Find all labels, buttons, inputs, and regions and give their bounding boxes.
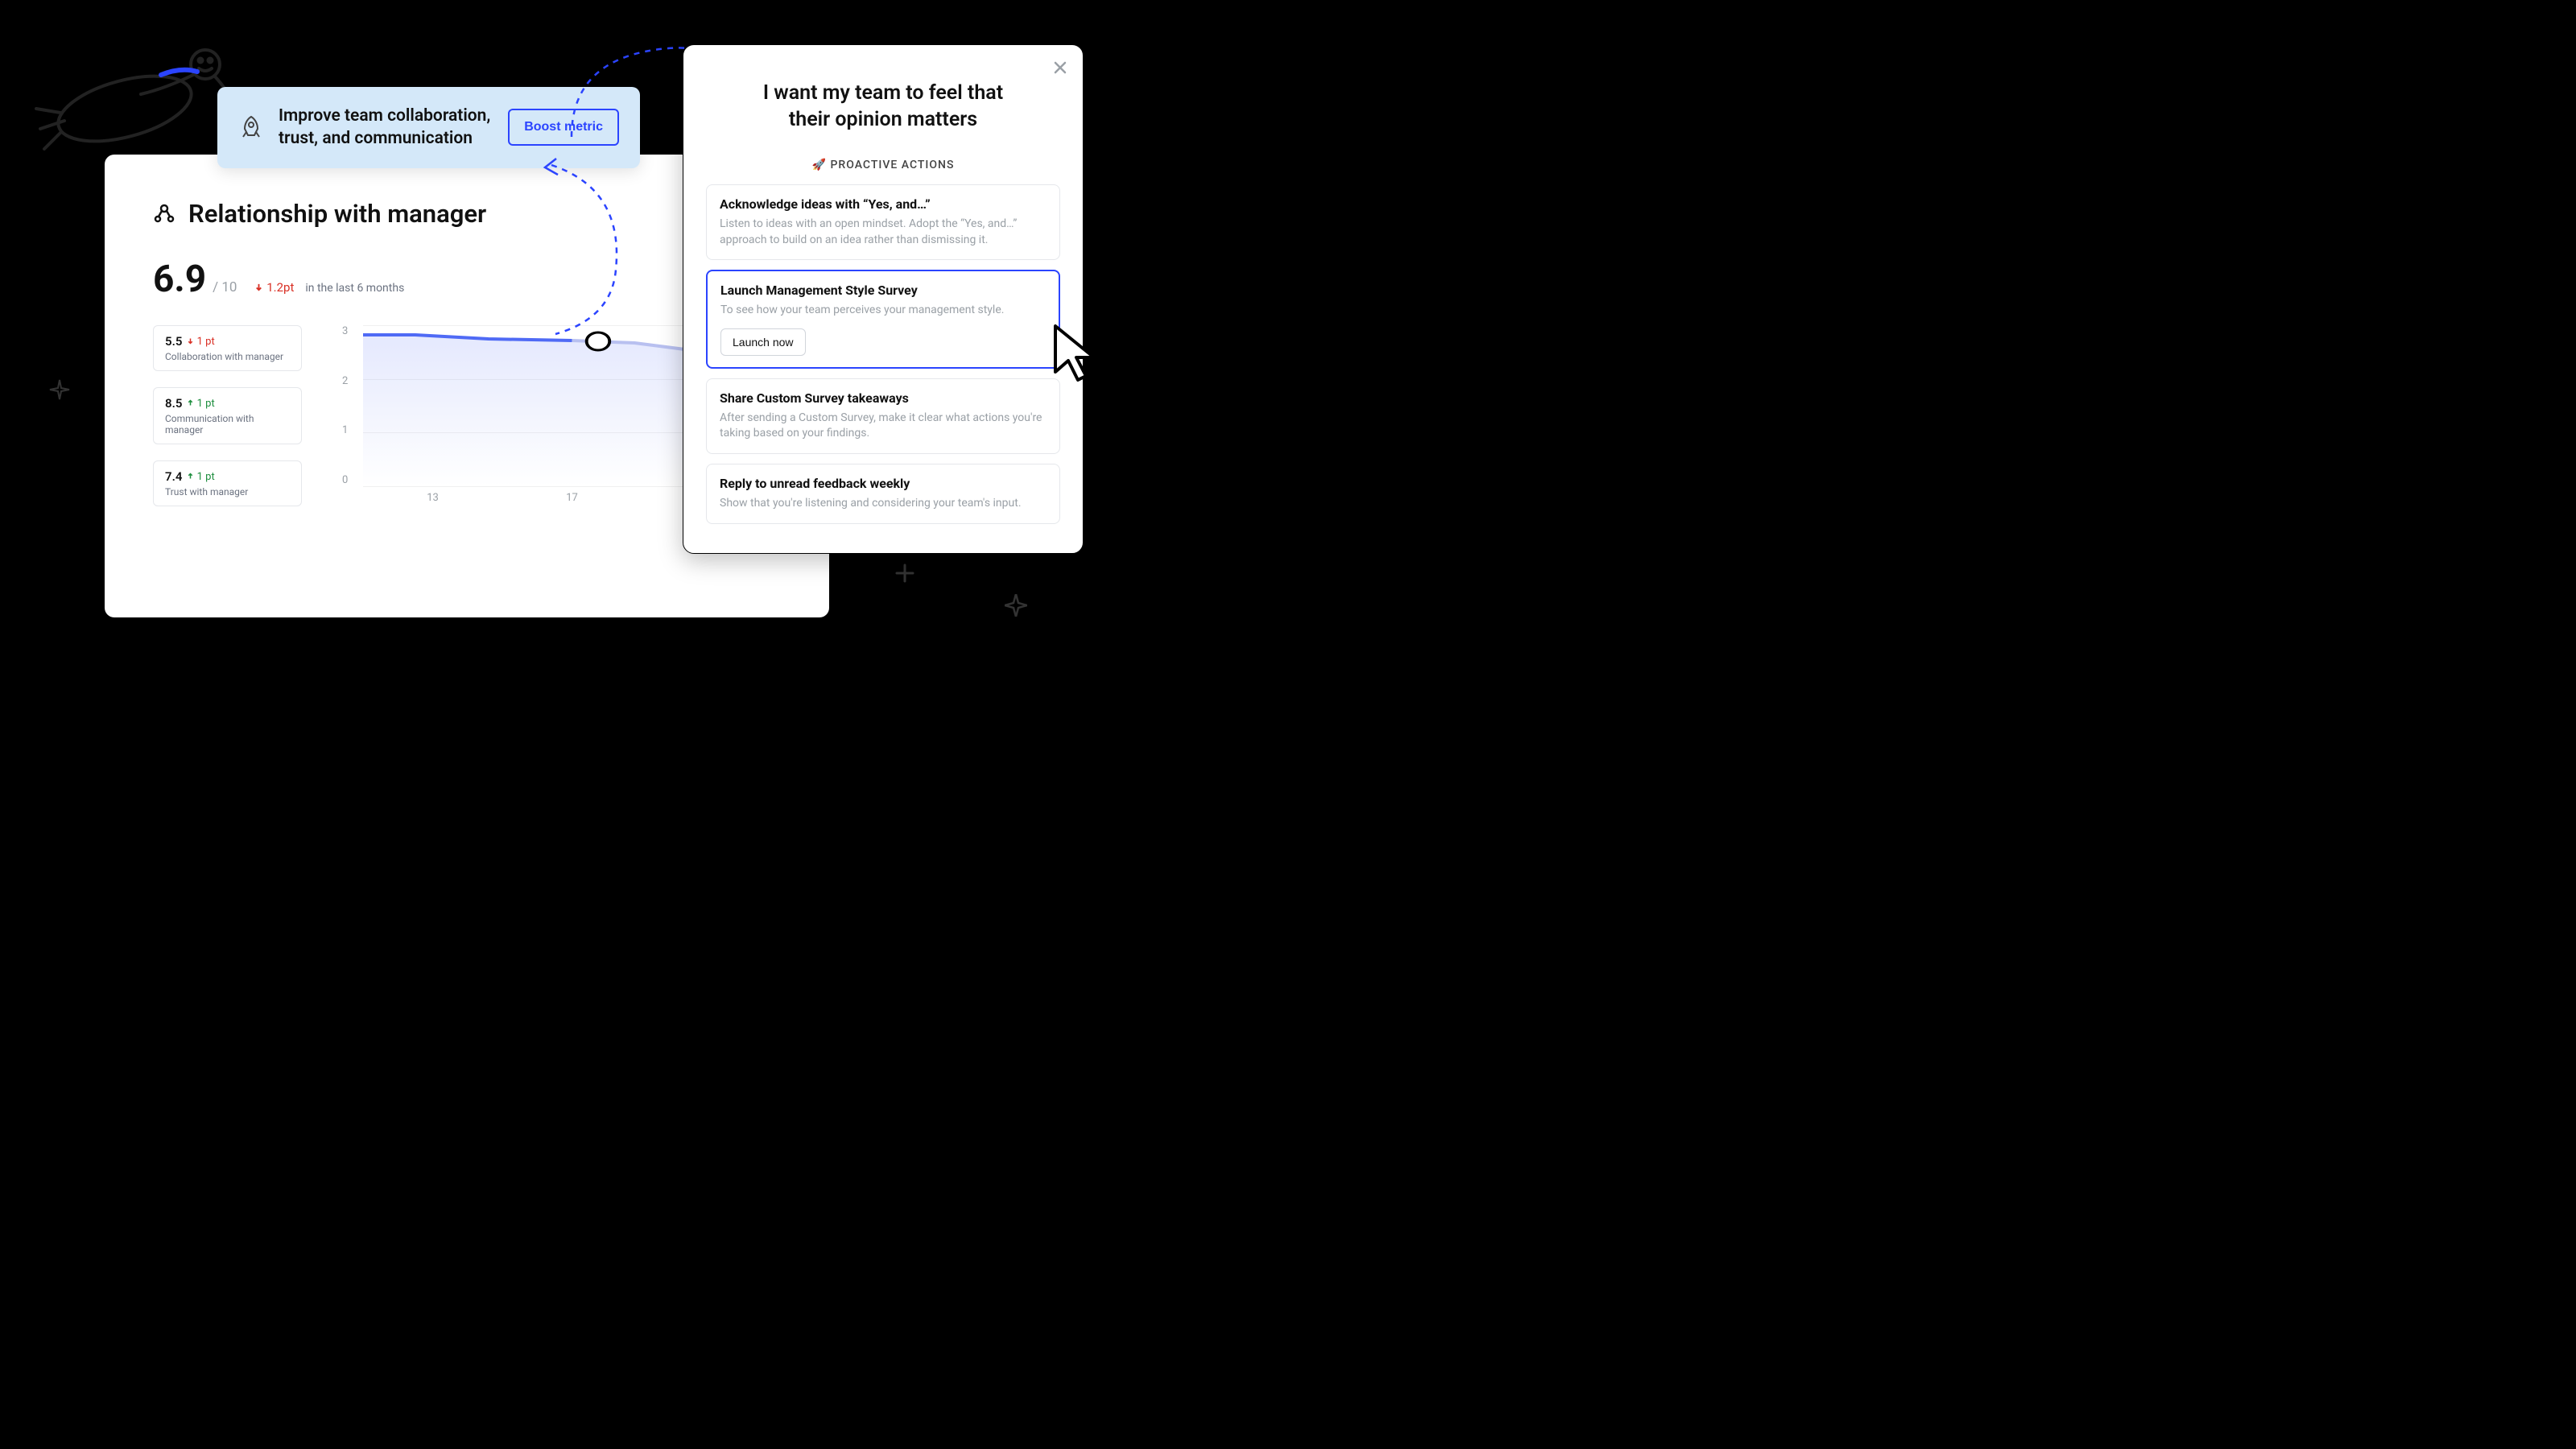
sub-metric-list: 5.5 1 pt Collaboration with manager 8.5 … — [153, 325, 302, 506]
boost-text: Improve team collaboration, trust, and c… — [279, 105, 493, 151]
score-change: 1.2pt — [254, 280, 294, 295]
launch-now-button[interactable]: Launch now — [720, 328, 806, 356]
metric-value: 7.4 — [165, 469, 182, 484]
metric-change: 1 pt — [187, 398, 214, 410]
action-title: Share Custom Survey takeaways — [720, 390, 1046, 406]
action-item[interactable]: Acknowledge ideas with “Yes, and…” Liste… — [706, 184, 1060, 260]
action-desc: Show that you're listening and consideri… — [720, 496, 1046, 512]
sparkle-icon — [48, 378, 71, 401]
cursor-icon — [1049, 322, 1104, 385]
metric-item[interactable]: 8.5 1 pt Communication with manager — [153, 387, 302, 444]
metric-item[interactable]: 5.5 1 pt Collaboration with manager — [153, 325, 302, 371]
action-item-selected[interactable]: Launch Management Style Survey To see ho… — [706, 270, 1060, 369]
metric-item[interactable]: 7.4 1 pt Trust with manager — [153, 460, 302, 506]
rocket-decoration-icon — [20, 36, 246, 165]
action-item[interactable]: Reply to unread feedback weekly Show tha… — [706, 464, 1060, 524]
action-desc: Listen to ideas with an open mindset. Ad… — [720, 217, 1046, 248]
proactive-actions-modal: I want my team to feel that their opinio… — [683, 44, 1084, 554]
arrow-up-icon — [187, 399, 194, 407]
score-denominator: / 10 — [213, 279, 237, 295]
boost-card: Improve team collaboration, trust, and c… — [217, 87, 640, 168]
arrow-up-icon — [187, 473, 194, 480]
metric-value: 8.5 — [165, 396, 182, 411]
metric-label: Trust with manager — [165, 486, 290, 497]
boost-metric-button[interactable]: Boost metric — [508, 109, 619, 146]
page-title-text: Relationship with manager — [188, 199, 486, 229]
metric-change: 1 pt — [187, 336, 214, 348]
modal-subtitle: 🚀 PROACTIVE ACTIONS — [706, 159, 1060, 171]
modal-title: I want my team to feel that their opinio… — [706, 80, 1060, 133]
action-title: Launch Management Style Survey — [720, 283, 1046, 298]
action-item[interactable]: Share Custom Survey takeaways After send… — [706, 378, 1060, 454]
action-desc: After sending a Custom Survey, make it c… — [720, 411, 1046, 442]
metric-label: Communication with manager — [165, 413, 290, 436]
people-icon — [153, 203, 175, 225]
y-axis: 3 2 1 0 — [342, 325, 348, 486]
action-title: Reply to unread feedback weekly — [720, 476, 1046, 491]
sparkle-icon — [1005, 594, 1027, 617]
action-title: Acknowledge ideas with “Yes, and…” — [720, 196, 1046, 212]
rocket-icon — [238, 114, 264, 140]
close-icon[interactable] — [1052, 60, 1068, 76]
score-value: 6.9 — [153, 258, 206, 301]
arrow-down-icon — [254, 283, 263, 291]
metric-label: Collaboration with manager — [165, 351, 290, 362]
plus-decoration-icon — [895, 564, 914, 583]
arrow-down-icon — [187, 337, 194, 345]
action-desc: To see how your team perceives your mana… — [720, 303, 1046, 319]
metric-value: 5.5 — [165, 334, 182, 349]
score-period: in the last 6 months — [305, 282, 404, 295]
metric-change: 1 pt — [187, 471, 214, 483]
